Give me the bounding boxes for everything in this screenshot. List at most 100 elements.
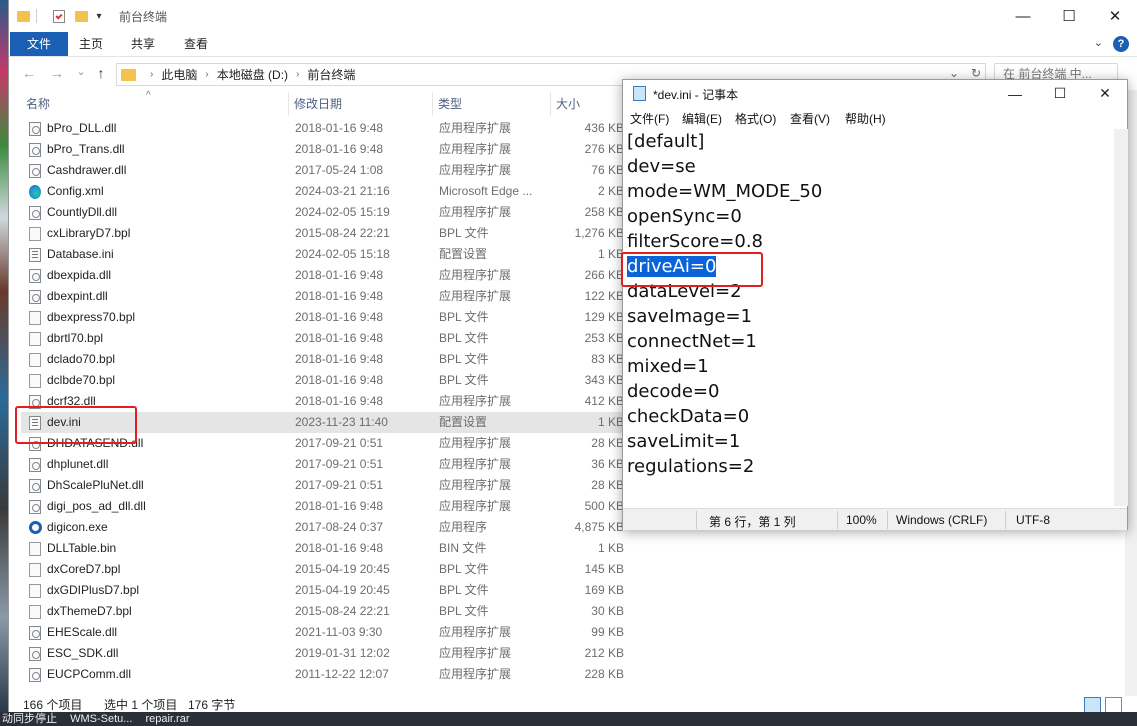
file-row[interactable]: dclado70.bpl 2018-01-16 9:48 BPL 文件 83 KB [21,349,626,370]
recent-locations-icon[interactable]: ⌄ [71,65,91,83]
file-row[interactable]: ESC_SDK.dll 2019-01-31 12:02 应用程序扩展 212 KB [21,643,626,664]
help-icon[interactable]: ? [1113,36,1129,52]
notepad-maximize-button[interactable]: ☐ [1037,80,1083,107]
file-row[interactable]: EUCPComm.dll 2011-12-22 12:07 应用程序扩展 228 KB [21,664,626,685]
file-size: 28 KB [591,478,624,492]
file-row[interactable]: dbrtl70.bpl 2018-01-16 9:48 BPL 文件 253 KB [21,328,626,349]
file-row[interactable]: dhplunet.dll 2017-09-21 0:51 应用程序扩展 36 KB [21,454,626,475]
taskbar-item[interactable]: WMS-Setu... [70,713,132,725]
file-row[interactable]: bPro_Trans.dll 2018-01-16 9:48 应用程序扩展 276 K… [21,139,626,160]
menu-format[interactable]: 格式(O) [735,110,776,127]
file-type: BPL 文件 [439,331,489,345]
file-row[interactable]: cxLibraryD7.bpl 2015-08-24 22:21 BPL 文件 1,2… [21,223,626,244]
file-name: dbexpida.dll [47,268,112,282]
up-arrow-icon[interactable]: ↑ [91,65,111,83]
tab-share[interactable]: 共享 [117,32,169,56]
column-date[interactable]: 修改日期 [289,92,433,116]
file-list: bPro_DLL.dll 2018-01-16 9:48 应用程序扩展 436 KB b… [21,118,626,685]
breadcrumb-current-folder[interactable]: 前台终端 [307,66,355,83]
breadcrumb-separator: › [150,69,154,80]
file-date: 2019-01-31 12:02 [295,646,390,660]
tab-home[interactable]: 主页 [65,32,117,56]
file-file-icon [29,311,41,325]
file-row[interactable]: dxGDIPlusD7.bpl 2015-04-19 20:45 BPL 文件 169… [21,580,626,601]
file-name: dclado70.bpl [47,352,116,366]
expand-ribbon-icon[interactable]: ⌄ [1094,36,1103,49]
dll-file-icon [29,500,41,514]
notepad-title-bar[interactable]: *dev.ini - 记事本 — ☐ ✕ [623,80,1127,107]
file-row[interactable]: dclbde70.bpl 2018-01-16 9:48 BPL 文件 343 KB [21,370,626,391]
exe-file-icon [29,521,42,534]
file-row[interactable]: Cashdrawer.dll 2017-05-24 1:08 应用程序扩展 76 KB [21,160,626,181]
dll-file-icon [29,479,41,493]
notepad-close-button[interactable]: ✕ [1082,80,1128,107]
new-folder-icon[interactable] [73,8,89,24]
forward-arrow-icon[interactable]: → [47,65,67,83]
text-line: decode=0 [627,379,1114,404]
notepad-text-area[interactable]: [default] dev=se mode=WM_MODE_50 openSync=0… [623,129,1114,506]
file-type: 应用程序扩展 [439,499,512,513]
file-row[interactable]: Config.xml 2024-03-21 21:16 Microsoft Edge… [21,181,626,202]
file-type: BPL 文件 [439,604,489,618]
menu-file[interactable]: 文件(F) [630,110,669,127]
file-file-icon [29,605,41,619]
taskbar-item[interactable]: 动同步停止 [2,713,57,725]
menu-edit[interactable]: 编辑(E) [682,110,722,127]
dll-file-icon [29,269,41,283]
details-view-icon[interactable] [1084,697,1101,713]
column-size[interactable]: 大小 [551,92,626,116]
file-row[interactable]: dbexpida.dll 2018-01-16 9:48 应用程序扩展 266 KB [21,265,626,286]
line-text: connectNet=1 [627,331,757,352]
file-size: 2 KB [597,184,624,198]
file-file-icon [29,374,41,388]
file-name: cxLibraryD7.bpl [47,226,131,240]
file-row[interactable]: Database.ini 2024-02-05 15:18 配置设置 1 KB [21,244,626,265]
line-text: openSync=0 [627,206,742,227]
minimize-button[interactable]: — [1000,0,1046,32]
large-icons-view-icon[interactable] [1105,697,1122,713]
breadcrumb-local-disk[interactable]: 本地磁盘 (D:) [217,66,288,83]
taskbar-item[interactable]: repair.rar [145,713,189,725]
file-size: 129 KB [584,310,624,324]
file-row[interactable]: dbexpress70.bpl 2018-01-16 9:48 BPL 文件 129 … [21,307,626,328]
file-size: 500 KB [584,499,624,513]
file-row[interactable]: CountlyDll.dll 2024-02-05 15:19 应用程序扩展 258 … [21,202,626,223]
file-row[interactable]: DLLTable.bin 2018-01-16 9:48 BIN 文件 1 KB [21,538,626,559]
file-row[interactable]: dbexpint.dll 2018-01-16 9:48 应用程序扩展 122 KB [21,286,626,307]
back-arrow-icon[interactable]: ← [19,65,39,83]
maximize-button[interactable]: ☐ [1046,0,1092,32]
file-size: 436 KB [584,121,624,135]
file-type: 配置设置 [439,415,488,429]
notepad-minimize-button[interactable]: — [992,80,1038,107]
file-size: 1 KB [597,541,624,555]
file-row[interactable]: dxThemeD7.bpl 2015-08-24 22:21 BPL 文件 30 KB [21,601,626,622]
file-row[interactable]: digi_pos_ad_dll.dll 2018-01-16 9:48 应用程序扩展… [21,496,626,517]
column-name-label: 名称 [26,97,51,111]
address-dropdown-icon[interactable]: ⌄ [949,66,959,80]
text-line: [default] [627,129,1114,154]
column-type[interactable]: 类型 [433,92,551,116]
file-date: 2018-01-16 9:48 [295,352,384,366]
close-button[interactable]: ✕ [1092,0,1137,32]
notepad-scrollbar[interactable] [1114,129,1128,506]
text-line: mixed=1 [627,354,1114,379]
customize-toolbar-icon[interactable]: ▾ [93,8,105,24]
column-name[interactable]: 名称 ^ [21,90,289,116]
tab-view[interactable]: 查看 [170,32,222,56]
menu-help[interactable]: 帮助(H) [845,110,886,127]
explorer-title-bar[interactable]: ▾ 前台终端 — ☐ ✕ [9,0,1137,32]
file-row[interactable]: digicon.exe 2017-08-24 0:37 应用程序 4,875 KB [21,517,626,538]
tab-file[interactable]: 文件 [10,32,69,56]
menu-view[interactable]: 查看(V) [790,110,830,127]
file-size: 212 KB [584,646,624,660]
zoom-level: 100% [846,513,877,527]
file-name: CountlyDll.dll [47,205,118,219]
properties-icon[interactable] [51,8,67,24]
file-row[interactable]: bPro_DLL.dll 2018-01-16 9:48 应用程序扩展 436 KB [21,118,626,139]
file-row[interactable]: DhScalePluNet.dll 2017-09-21 0:51 应用程序扩展 28… [21,475,626,496]
file-row[interactable]: EHEScale.dll 2021-11-03 9:30 应用程序扩展 99 KB [21,622,626,643]
breadcrumb-this-pc[interactable]: 此电脑 [161,66,197,83]
refresh-icon[interactable]: ↻ [971,66,981,80]
file-type: Microsoft Edge ... [439,184,533,198]
file-row[interactable]: dxCoreD7.bpl 2015-04-19 20:45 BPL 文件 145 KB [21,559,626,580]
